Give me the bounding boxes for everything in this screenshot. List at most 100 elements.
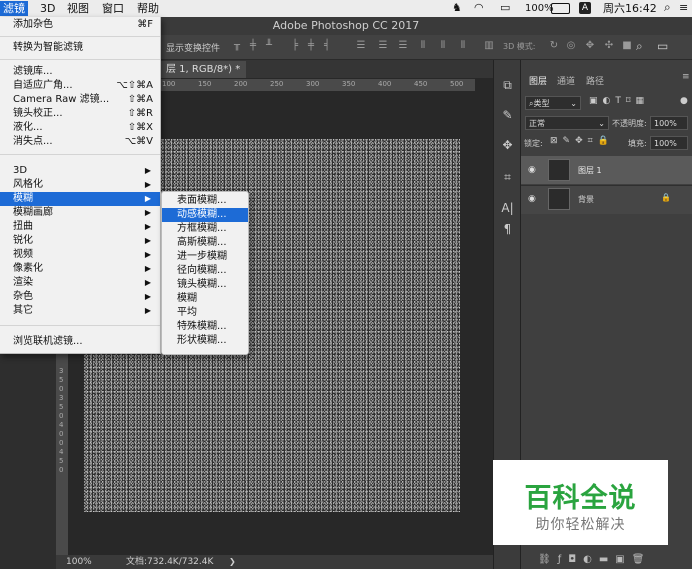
layer-name[interactable]: 背景 (578, 194, 594, 205)
wifi-icon[interactable]: ◠ (474, 1, 484, 14)
align-vcenter-icon[interactable]: ╪ (248, 40, 258, 52)
menu-window[interactable]: 窗口 (102, 1, 124, 16)
menu-item-adaptive-wide[interactable]: 自适应广角... ⌥⇧⌘A (0, 79, 160, 93)
tab-channels[interactable]: 通道 (557, 74, 575, 87)
brush-panel-icon[interactable]: ✎ (494, 108, 521, 122)
menu-item-pixelate[interactable]: 像素化 ▶ (0, 262, 160, 276)
submenu-item-lens-blur[interactable]: 镜头模糊... (162, 278, 248, 292)
3d-scale-icon[interactable]: ■ (622, 40, 632, 52)
submenu-arrow-icon: ▶ (144, 208, 151, 217)
clone-source-icon[interactable]: ✥ (494, 138, 521, 152)
menu-view[interactable]: 视图 (67, 1, 89, 16)
menu-item-other[interactable]: 其它 ▶ (0, 304, 160, 318)
input-source-icon[interactable]: A (579, 2, 591, 14)
qq-icon[interactable]: ♞ (452, 1, 462, 14)
battery-icon[interactable] (551, 3, 570, 14)
3d-roll-icon[interactable]: ◎ (566, 40, 576, 52)
3d-rotate-icon[interactable]: ↻ (549, 40, 559, 52)
menu-item-stylize[interactable]: 风格化 ▶ (0, 178, 160, 192)
show-transform-label[interactable]: 显示变换控件 (166, 41, 220, 54)
menu-filter[interactable]: 滤镜 (0, 1, 28, 16)
align-left-icon[interactable]: ╞ (290, 40, 300, 52)
menu-item-camera-raw[interactable]: Camera Raw 滤镜... ⇧⌘A (0, 93, 160, 107)
menu-clock[interactable]: 周六16:42 (603, 1, 657, 16)
submenu-arrow-icon: ▶ (144, 194, 151, 203)
menu-item-add-noise[interactable]: 添加杂色 ⌘F (0, 18, 160, 32)
menu-item-video[interactable]: 视频 ▶ (0, 248, 160, 262)
menu-item-sharpen[interactable]: 锐化 ▶ (0, 234, 160, 248)
menu-item-blur[interactable]: 模糊 ▶ (0, 192, 160, 206)
eye-icon[interactable]: ◉ (528, 194, 536, 204)
menu-item-noise[interactable]: 杂色 ▶ (0, 290, 160, 304)
paragraph-icon[interactable]: ¶ (494, 222, 521, 236)
chevron-down-icon: ⌄ (598, 119, 605, 128)
align-top-icon[interactable]: ╥ (232, 40, 242, 52)
submenu-item-shape-blur[interactable]: 形状模糊... (162, 334, 248, 348)
distribute-right-icon[interactable]: ⫴ (458, 40, 468, 52)
search-icon[interactable]: ⌕ (664, 0, 671, 15)
kind-filter-select[interactable]: ⌕类型 ⌄ (525, 96, 581, 110)
submenu-item-box-blur[interactable]: 方框模糊... (162, 222, 248, 236)
menu-help[interactable]: 帮助 (137, 1, 159, 16)
blend-mode-select[interactable]: 正常 ⌄ (525, 116, 609, 130)
submenu-arrow-icon: ▶ (144, 166, 151, 175)
layer-row-layer1[interactable] (521, 156, 692, 184)
layers-panel-icon[interactable]: ⧉ (494, 78, 521, 93)
submenu-item-smart-blur[interactable]: 特殊模糊... (162, 320, 248, 334)
document-tab[interactable]: 层 1, RGB/8*) * (160, 61, 246, 78)
workspace-icon[interactable]: ▭ (657, 39, 668, 53)
submenu-item-gaussian-blur[interactable]: 高斯模糊... (162, 236, 248, 250)
tab-paths[interactable]: 路径 (586, 74, 604, 87)
submenu-item-average[interactable]: 平均 (162, 306, 248, 320)
zoom-level[interactable]: 100% (66, 555, 92, 569)
distribute-hcenter-icon[interactable]: ⫴ (438, 40, 448, 52)
3d-pan-icon[interactable]: ✥ (585, 40, 595, 52)
submenu-item-radial-blur[interactable]: 径向模糊... (162, 264, 248, 278)
search-icon[interactable]: ⌕ (636, 39, 643, 54)
distribute-top-icon[interactable]: ☰ (356, 40, 366, 52)
distribute-bottom-icon[interactable]: ☰ (398, 40, 408, 52)
menu-item-3d[interactable]: 3D ▶ (0, 164, 160, 178)
character-icon[interactable]: A| (494, 201, 521, 215)
menu-item-distort[interactable]: 扭曲 ▶ (0, 220, 160, 234)
status-arrow-icon[interactable]: ❯ (229, 555, 236, 569)
menu-item-vanishing-point[interactable]: 消失点... ⌥⌘V (0, 135, 160, 149)
lock-icons[interactable]: ⊠✎✥⌗🔒 (550, 136, 614, 146)
submenu-arrow-icon: ▶ (144, 222, 151, 231)
crop-icon[interactable]: ⌗ (494, 170, 521, 185)
panel-menu-icon[interactable]: ≡ (682, 72, 690, 82)
menu-item-browse-online[interactable]: 浏览联机滤镜... (0, 335, 160, 349)
submenu-item-surface-blur[interactable]: 表面模糊... (162, 194, 248, 208)
align-hcenter-icon[interactable]: ╪ (306, 40, 316, 52)
layer-filter-icons[interactable]: ▣◐T⌑▦ (589, 96, 649, 106)
menu-item-render[interactable]: 渲染 ▶ (0, 276, 160, 290)
menu-item-blur-gallery[interactable]: 模糊画廊 ▶ (0, 206, 160, 220)
opacity-field[interactable]: 100% (650, 116, 688, 130)
ruler-tick-label: 5 (59, 403, 64, 411)
layer-name[interactable]: 图层 1 (578, 165, 602, 176)
menu-item-convert-smart[interactable]: 转换为智能滤镜 (0, 41, 160, 55)
distribute-left-icon[interactable]: ⫴ (418, 40, 428, 52)
3d-slide-icon[interactable]: ✣ (604, 40, 614, 52)
eye-icon[interactable]: ◉ (528, 165, 536, 175)
menu-3d[interactable]: 3D (40, 1, 55, 16)
menu-item-lens-correction[interactable]: 镜头校正... ⇧⌘R (0, 107, 160, 121)
ruler-tick-label: 5 (59, 376, 64, 384)
align-right-icon[interactable]: ╡ (322, 40, 332, 52)
layer-thumbnail (548, 188, 570, 210)
ruler-tick-label: 0 (59, 439, 64, 447)
submenu-item-blur[interactable]: 模糊 (162, 292, 248, 306)
menu-item-filter-gallery[interactable]: 滤镜库... (0, 65, 160, 79)
submenu-item-motion-blur[interactable]: 动感模糊... (162, 208, 248, 222)
auto-align-icon[interactable]: ▥ (484, 40, 494, 52)
menu-item-liquify[interactable]: 液化... ⇧⌘X (0, 121, 160, 135)
fill-field[interactable]: 100% (650, 136, 688, 150)
filter-toggle-icon[interactable]: ● (680, 96, 688, 106)
layer-actions-bar[interactable]: ⛓ƒ◘◐▬▣🗑 (538, 554, 651, 565)
airplay-icon[interactable]: ▭ (500, 1, 510, 14)
menu-list-icon[interactable]: ≡ (679, 1, 688, 14)
align-bottom-icon[interactable]: ╨ (264, 40, 274, 52)
distribute-vcenter-icon[interactable]: ☰ (378, 40, 388, 52)
submenu-item-blur-more[interactable]: 进一步模糊 (162, 250, 248, 264)
tab-layers[interactable]: 图层 (529, 74, 547, 87)
